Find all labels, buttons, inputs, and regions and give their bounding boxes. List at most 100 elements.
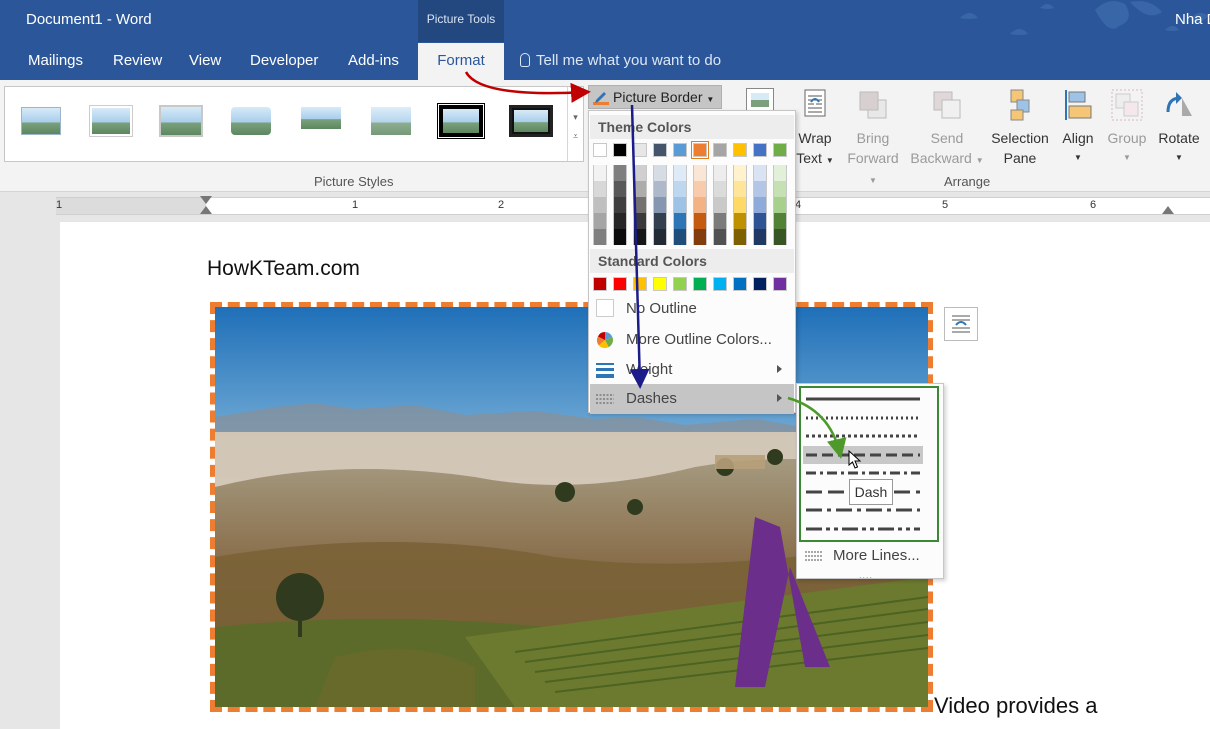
theme-shade-swatch[interactable] (753, 229, 767, 245)
theme-shade-swatch[interactable] (633, 229, 647, 245)
theme-color-swatch[interactable] (691, 141, 709, 159)
theme-shade-swatch[interactable] (593, 197, 607, 213)
scroll-down-icon[interactable]: ▾ (568, 102, 583, 123)
theme-shade-swatch[interactable] (713, 213, 727, 229)
theme-color-swatch[interactable] (613, 143, 627, 157)
tab-format[interactable]: Format (418, 43, 504, 80)
theme-shade-swatch[interactable] (613, 165, 627, 181)
theme-shade-swatch[interactable] (593, 181, 607, 197)
tab-mailings[interactable]: Mailings (28, 52, 83, 69)
theme-shade-swatch[interactable] (773, 229, 787, 245)
document-body-text[interactable]: Video provides a (934, 693, 1098, 719)
dash-option-solid[interactable] (803, 390, 923, 408)
theme-shade-swatch[interactable] (613, 181, 627, 197)
picture-style-reflected[interactable] (299, 105, 343, 137)
theme-shade-swatch[interactable] (693, 213, 707, 229)
standard-color-swatch[interactable] (713, 277, 727, 291)
gallery-scroll[interactable]: ▴ ▾ ⩡ (567, 87, 583, 161)
theme-shade-swatch[interactable] (653, 213, 667, 229)
rotate-button[interactable]: Rotate ▼ (1154, 88, 1204, 168)
theme-shade-swatch[interactable] (633, 197, 647, 213)
theme-shade-swatch[interactable] (633, 213, 647, 229)
dash-option-square-dot[interactable] (803, 427, 923, 445)
theme-shade-swatch[interactable] (773, 213, 787, 229)
standard-color-swatch[interactable] (593, 277, 607, 291)
theme-shade-swatch[interactable] (653, 181, 667, 197)
selection-pane-button[interactable]: Selection Pane (988, 88, 1052, 168)
standard-color-swatch[interactable] (653, 277, 667, 291)
standard-color-swatch[interactable] (613, 277, 627, 291)
theme-shade-swatch[interactable] (733, 229, 747, 245)
align-button[interactable]: Align ▼ (1056, 88, 1100, 168)
theme-color-swatch[interactable] (593, 143, 607, 157)
tab-add-ins[interactable]: Add-ins (348, 52, 399, 69)
theme-color-swatch[interactable] (753, 143, 767, 157)
theme-shade-swatch[interactable] (673, 197, 687, 213)
theme-shade-swatch[interactable] (753, 181, 767, 197)
theme-shade-swatch[interactable] (713, 181, 727, 197)
theme-shade-swatch[interactable] (613, 229, 627, 245)
scroll-up-icon[interactable]: ▴ (568, 87, 583, 102)
theme-shade-swatch[interactable] (613, 213, 627, 229)
theme-shade-swatch[interactable] (673, 181, 687, 197)
theme-shade-swatch[interactable] (753, 213, 767, 229)
theme-shade-swatch[interactable] (753, 165, 767, 181)
tell-me-search[interactable]: Tell me what you want to do (520, 52, 721, 69)
standard-color-swatch[interactable] (633, 277, 647, 291)
theme-shade-swatch[interactable] (693, 181, 707, 197)
theme-color-swatch[interactable] (773, 143, 787, 157)
more-lines-item[interactable]: More Lines... (799, 546, 941, 568)
theme-shade-swatch[interactable] (713, 197, 727, 213)
resize-grip-icon[interactable]: .... (859, 570, 873, 580)
wrap-text-button[interactable]: Wrap Text ▼ (793, 88, 837, 171)
picture-style-white-frame[interactable] (89, 105, 133, 137)
theme-shade-swatch[interactable] (673, 165, 687, 181)
bring-forward-button[interactable]: Bring Forward ▼ (842, 88, 904, 191)
theme-shade-swatch[interactable] (653, 229, 667, 245)
theme-shade-swatch[interactable] (653, 197, 667, 213)
theme-shade-swatch[interactable] (773, 181, 787, 197)
theme-shade-swatch[interactable] (593, 229, 607, 245)
theme-shade-swatch[interactable] (613, 197, 627, 213)
theme-color-swatch[interactable] (633, 143, 647, 157)
picture-style-soft-edge[interactable] (369, 105, 413, 137)
dashes-item[interactable]: Dashes (590, 384, 794, 414)
document-heading[interactable]: HowKTeam.com (207, 257, 360, 281)
theme-shade-swatch[interactable] (673, 213, 687, 229)
theme-color-swatch[interactable] (713, 143, 727, 157)
theme-shade-swatch[interactable] (713, 229, 727, 245)
theme-shade-swatch[interactable] (713, 165, 727, 181)
more-outline-colors-item[interactable]: More Outline Colors... (590, 325, 794, 355)
picture-style-thick-black[interactable] (509, 105, 553, 137)
theme-shade-swatch[interactable] (733, 197, 747, 213)
theme-color-swatch[interactable] (653, 143, 667, 157)
picture-style-double-frame[interactable] (437, 103, 485, 139)
theme-shade-swatch[interactable] (633, 181, 647, 197)
layout-options-button[interactable] (944, 307, 978, 341)
theme-shade-swatch[interactable] (773, 197, 787, 213)
standard-color-swatch[interactable] (693, 277, 707, 291)
theme-shade-swatch[interactable] (593, 213, 607, 229)
picture-style-shadow[interactable] (159, 105, 203, 137)
no-outline-item[interactable]: No Outline (590, 294, 794, 324)
theme-shade-swatch[interactable] (653, 165, 667, 181)
theme-color-swatch[interactable] (733, 143, 747, 157)
theme-shade-swatch[interactable] (673, 229, 687, 245)
right-indent-marker[interactable] (1162, 206, 1174, 214)
picture-border-button[interactable]: Picture Border ▼ (588, 85, 722, 109)
send-backward-button[interactable]: Send Backward ▼ (908, 88, 986, 171)
standard-color-swatch[interactable] (733, 277, 747, 291)
theme-shade-swatch[interactable] (733, 165, 747, 181)
theme-shade-swatch[interactable] (693, 165, 707, 181)
theme-shade-swatch[interactable] (773, 165, 787, 181)
theme-shade-swatch[interactable] (733, 213, 747, 229)
standard-color-swatch[interactable] (673, 277, 687, 291)
theme-shade-swatch[interactable] (693, 197, 707, 213)
gallery-more-icon[interactable]: ⩡ (568, 123, 583, 142)
dash-option-round-dot[interactable] (803, 409, 923, 427)
tab-developer[interactable]: Developer (250, 52, 318, 69)
picture-style-simple-frame[interactable] (19, 105, 63, 137)
theme-shade-swatch[interactable] (753, 197, 767, 213)
theme-shade-swatch[interactable] (733, 181, 747, 197)
user-name[interactable]: Nha D (1175, 11, 1210, 28)
